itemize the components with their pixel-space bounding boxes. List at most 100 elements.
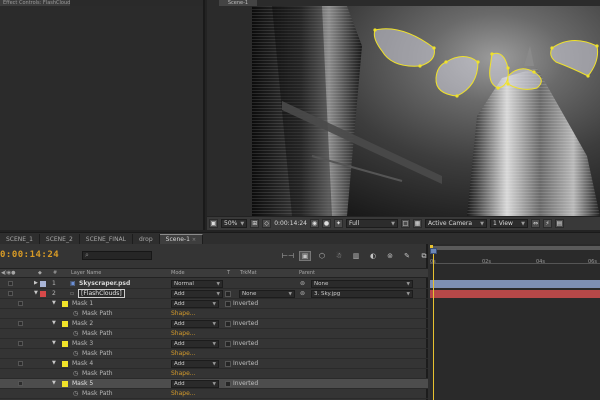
layer-name-header[interactable]: Layer Name (71, 270, 101, 276)
frame-blending-icon[interactable]: ▥ (350, 251, 362, 261)
inverted-checkbox[interactable] (225, 361, 231, 367)
channel-icon[interactable]: ✦ (334, 219, 343, 228)
view-layout-dropdown[interactable]: 1 View ▼ (490, 219, 528, 228)
mask-path-row[interactable]: ◷ Mask Path Shape... (0, 389, 428, 399)
mask-mode-dropdown[interactable]: Add ▼ (171, 300, 219, 308)
pick-whip-icon[interactable]: ⊚ (300, 280, 305, 287)
resolution-dropdown[interactable]: Full ▼ (346, 219, 398, 228)
current-time-display[interactable]: 0:00:14:24 (0, 250, 59, 260)
search-input[interactable]: ⌕ (82, 251, 152, 260)
collapse-triangle-icon[interactable]: ▼ (52, 380, 56, 386)
tab-scene-final[interactable]: SCENE_FINAL (80, 234, 134, 244)
mask-switch[interactable] (18, 301, 23, 306)
label-column-icon[interactable]: ◆ (38, 270, 42, 276)
mask-color-swatch[interactable] (62, 341, 68, 347)
layer-row[interactable]: ▶ 1 ▣ Skyscraper.psd Normal ▼ ⊚ None ▼ (0, 279, 428, 289)
mask-name[interactable]: Mask 4 (72, 360, 93, 367)
preserve-transparency-checkbox[interactable] (225, 291, 231, 297)
camera-dropdown[interactable]: Active Camera ▼ (425, 219, 487, 228)
tab-scene-1-active[interactable]: Scene-1 × (159, 234, 204, 244)
shape-link[interactable]: Shape... (171, 350, 196, 357)
av-features-icon[interactable]: ◀)◉● (1, 270, 16, 276)
mask-switch[interactable] (18, 341, 23, 346)
mask-path-row[interactable]: ◷ Mask Path Shape... (0, 349, 428, 359)
mask-name[interactable]: Mask 5 (72, 380, 93, 387)
current-time-indicator[interactable] (433, 248, 434, 400)
mask-row[interactable]: ▼ Mask 3 Add ▼ Inverted (0, 339, 428, 349)
inverted-checkbox[interactable] (225, 321, 231, 327)
mask-row-selected[interactable]: ▼ Mask 5 Add ▼ Inverted (0, 379, 428, 389)
inverted-checkbox[interactable] (225, 341, 231, 347)
transparency-grid-icon[interactable]: ▦ (413, 219, 422, 228)
mask-color-swatch[interactable] (62, 381, 68, 387)
tab-scene-1[interactable]: SCENE_1 (0, 234, 40, 244)
mask-mode-dropdown[interactable]: Add ▼ (171, 380, 219, 388)
toggle-pixel-aspect-icon[interactable]: ⇔ (531, 219, 540, 228)
close-icon[interactable]: × (192, 237, 196, 243)
mask-color-swatch[interactable] (62, 321, 68, 327)
parent-dropdown[interactable]: None ▼ (311, 280, 413, 288)
timeline-icon[interactable]: ▤ (555, 219, 564, 228)
stopwatch-icon[interactable]: ◷ (73, 370, 78, 377)
stopwatch-icon[interactable]: ◷ (73, 310, 78, 317)
mask-switch[interactable] (18, 321, 23, 326)
mask-mode-dropdown[interactable]: Add ▼ (171, 360, 219, 368)
tab-scene-2[interactable]: SCENE_2 (40, 234, 80, 244)
layer-name-field[interactable]: [FlashClouds] (78, 289, 125, 298)
mask-row[interactable]: ▼ Mask 4 Add ▼ Inverted (0, 359, 428, 369)
grid-icon[interactable]: ⊞ (250, 219, 260, 228)
timeline-graph-area[interactable]: 0s 02s 04s 06s (430, 244, 600, 400)
adjust-icon[interactable]: ⧉ (418, 251, 430, 261)
mask-color-swatch[interactable] (62, 361, 68, 367)
graph-editor-icon[interactable]: ⊚ (384, 251, 396, 261)
always-preview-icon[interactable]: ▣ (209, 219, 218, 228)
collapse-triangle-icon[interactable]: ▼ (52, 320, 56, 326)
mask-mode-dropdown[interactable]: Add ▼ (171, 320, 219, 328)
composition-viewer[interactable] (252, 6, 600, 216)
current-time-indicator-handle[interactable] (430, 248, 437, 254)
snapshot-icon[interactable]: ◉ (310, 219, 319, 228)
shape-link[interactable]: Shape... (171, 370, 196, 377)
fast-preview-icon[interactable]: ⚡ (543, 219, 552, 228)
mask-path-row[interactable]: ◷ Mask Path Shape... (0, 309, 428, 319)
expand-triangle-icon[interactable]: ▶ (34, 280, 38, 286)
trkmat-dropdown[interactable]: None ▼ (239, 290, 295, 298)
stopwatch-icon[interactable]: ◷ (73, 390, 78, 397)
mask-row[interactable]: ▼ Mask 1 Add ▼ Inverted (0, 299, 428, 309)
shy-layers-icon[interactable]: ☃ (333, 251, 345, 261)
layer-row[interactable]: ▼ 2 ▫ [FlashClouds] Add ▼ None ▼ ⊚ 3. Sky.… (0, 289, 428, 299)
mask-color-swatch[interactable] (62, 301, 68, 307)
inverted-checkbox[interactable] (225, 381, 231, 387)
draft-3d-icon[interactable]: ⬡ (316, 251, 328, 261)
inverted-checkbox[interactable] (225, 301, 231, 307)
brainstorm-icon[interactable]: ✎ (401, 251, 413, 261)
pick-whip-icon[interactable]: ⊚ (300, 290, 305, 297)
mask-path-row[interactable]: ◷ Mask Path Shape... (0, 369, 428, 379)
show-snapshot-icon[interactable]: ● (322, 219, 331, 228)
layer-duration-bar[interactable] (430, 280, 600, 288)
parent-dropdown[interactable]: 3. Sky.jpg ▼ (311, 290, 413, 298)
comp-mini-flowchart-icon[interactable]: ⊢⊣ (282, 251, 294, 261)
mask-name[interactable]: Mask 3 (72, 340, 93, 347)
shape-link[interactable]: Shape... (171, 330, 196, 337)
mask-name[interactable]: Mask 2 (72, 320, 93, 327)
motion-blur-icon[interactable]: ◐ (367, 251, 379, 261)
tab-drop[interactable]: drop (133, 234, 160, 244)
shape-link[interactable]: Shape... (171, 310, 196, 317)
mask-visibility-icon[interactable]: ◇ (262, 219, 272, 228)
collapse-triangle-icon[interactable]: ▼ (52, 340, 56, 346)
collapse-triangle-icon[interactable]: ▼ (52, 300, 56, 306)
mode-dropdown[interactable]: Add ▼ (171, 290, 223, 298)
mode-dropdown[interactable]: Normal ▼ (171, 280, 223, 288)
label-color-swatch[interactable] (40, 281, 46, 287)
layer-name[interactable]: Skyscraper.psd (79, 280, 130, 287)
viewer-timecode[interactable]: 0:00:14:24 (274, 220, 307, 227)
stopwatch-icon[interactable]: ◷ (73, 330, 78, 337)
mask-name[interactable]: Mask 1 (72, 300, 93, 307)
mask-switch[interactable] (18, 361, 23, 366)
video-switch[interactable] (8, 291, 13, 296)
mask-switch[interactable] (18, 381, 23, 386)
live-update-icon[interactable]: ▣ (299, 251, 311, 261)
layer-duration-bar[interactable] (430, 290, 600, 298)
mask-mode-dropdown[interactable]: Add ▼ (171, 340, 219, 348)
